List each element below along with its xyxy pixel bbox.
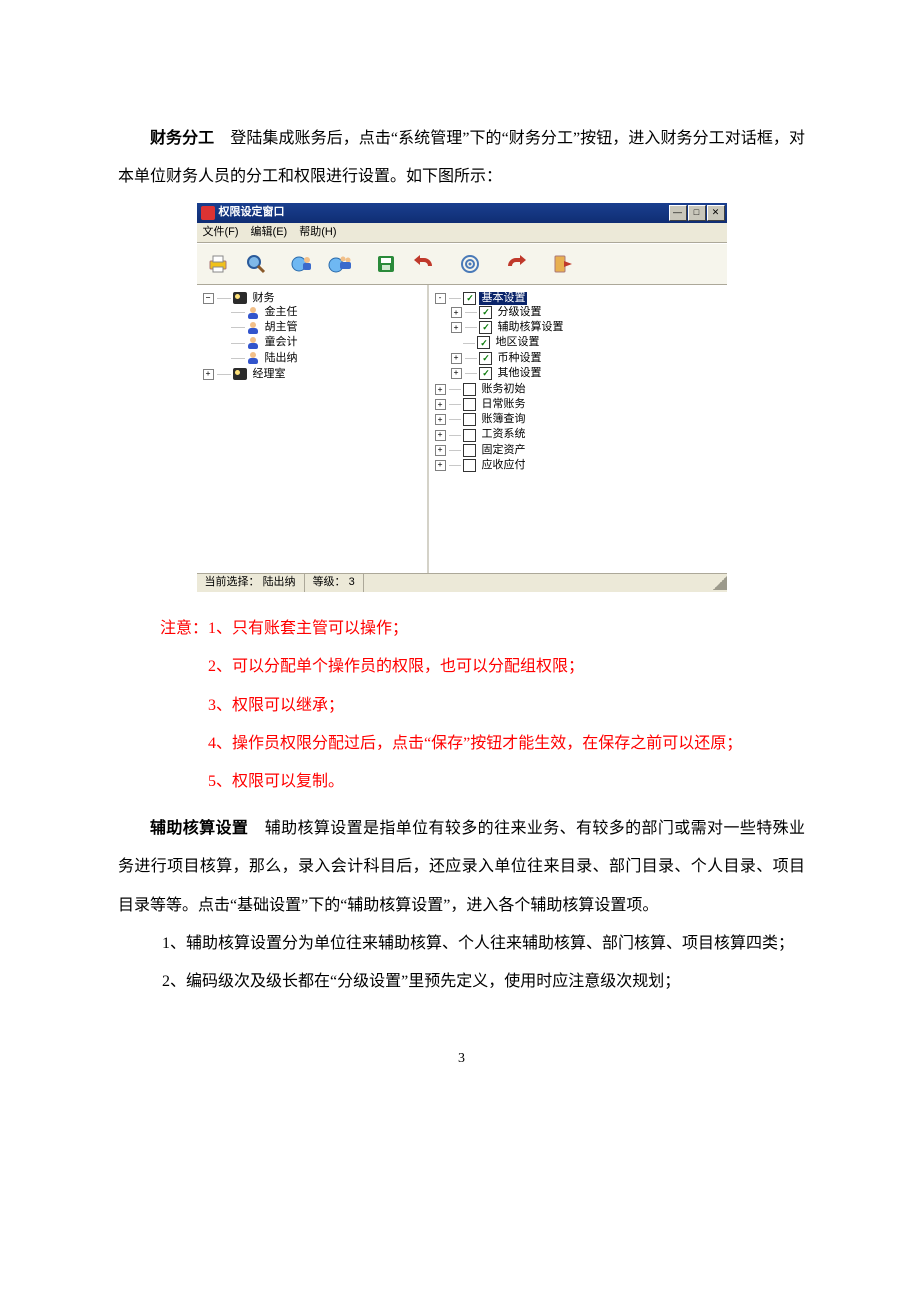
tree-node-finance[interactable]: 财务 [250, 292, 276, 305]
permission-node[interactable]: 固定资产 [479, 444, 527, 457]
note-item: 注意：1、只有账套主管可以操作； [160, 610, 805, 648]
list-item: 2、编码级次及级长都在“分级设置”里预先定义，使用时应注意级次规划； [118, 963, 805, 1001]
maximize-button[interactable]: □ [688, 205, 706, 221]
folder-icon [233, 292, 247, 304]
user-icon [247, 322, 259, 334]
toolbar-undo-button[interactable] [407, 247, 441, 281]
heading-aux-accounting: 辅助核算设置 [150, 820, 248, 837]
menu-bar: 文件(F) 编辑(E) 帮助(H) [197, 223, 727, 243]
tree-node-user[interactable]: 胡主管 [262, 321, 299, 334]
toolbar-user-button[interactable] [285, 247, 319, 281]
minimize-button[interactable]: — [669, 205, 687, 221]
text-finance-division-body: 登陆集成账务后，点击“系统管理”下的“财务分工”按钮，进入财务分工对话框，对本单… [118, 130, 805, 185]
resize-grip-icon[interactable] [713, 576, 727, 590]
user-icon [247, 337, 259, 349]
expand-icon[interactable]: + [435, 414, 446, 425]
checkbox[interactable]: ✓ [479, 306, 492, 319]
tree-node-user[interactable]: 陆出纳 [262, 352, 299, 365]
permission-node[interactable]: 币种设置 [495, 352, 543, 365]
menu-edit[interactable]: 编辑(E) [251, 226, 288, 239]
menu-help[interactable]: 帮助(H) [299, 226, 336, 239]
toolbar-save-button[interactable] [369, 247, 403, 281]
permission-node[interactable]: 辅助核算设置 [495, 321, 565, 334]
permission-node[interactable]: 工资系统 [479, 428, 527, 441]
expand-icon[interactable]: + [451, 322, 462, 333]
permission-node[interactable]: 地区设置 [493, 336, 541, 349]
tree-node-user[interactable]: 童会计 [262, 336, 299, 349]
checkbox[interactable]: ✓ [477, 336, 490, 349]
tree-node-user[interactable]: 金主任 [262, 306, 299, 319]
checkbox[interactable]: ✓ [479, 352, 492, 365]
permission-window: 权限设定窗口 — □ ✕ 文件(F) 编辑(E) 帮助(H) [197, 203, 727, 592]
app-icon [201, 206, 215, 220]
expand-icon[interactable]: + [451, 307, 462, 318]
checkbox[interactable] [463, 429, 476, 442]
expand-icon[interactable]: + [435, 399, 446, 410]
status-bar: 当前选择： 陆出纳 等级： 3 [197, 573, 727, 592]
permission-node[interactable]: 日常账务 [479, 398, 527, 411]
permission-node[interactable]: 分级设置 [495, 306, 543, 319]
window-title: 权限设定窗口 [219, 206, 669, 219]
checkbox[interactable] [463, 444, 476, 457]
expand-icon[interactable]: + [435, 460, 446, 471]
paragraph-aux-accounting: 辅助核算设置 辅助核算设置是指单位有较多的往来业务、有较多的部门或需对一些特殊业… [118, 810, 805, 925]
checkbox[interactable]: ✓ [479, 367, 492, 380]
permission-tree-pane[interactable]: -······✓ 基本设置+······✓ 分级设置+······✓ 辅助核算设… [429, 285, 727, 573]
checkbox[interactable] [463, 383, 476, 396]
expand-icon[interactable]: + [451, 368, 462, 379]
expand-icon[interactable]: + [435, 384, 446, 395]
toolbar-target-button[interactable] [453, 247, 487, 281]
note-item: 5、权限可以复制。 [160, 763, 805, 801]
expand-icon[interactable]: + [435, 430, 446, 441]
list-item: 1、辅助核算设置分为单位往来辅助核算、个人往来辅助核算、部门核算、项目核算四类； [118, 925, 805, 963]
toolbar-print-button[interactable] [201, 247, 235, 281]
user-tree-pane[interactable]: − ······· 财务 ·······金主任 ·······胡主管 ·····… [197, 285, 429, 573]
permission-node[interactable]: 账簿查询 [479, 413, 527, 426]
status-current-selection: 当前选择： 陆出纳 [197, 574, 305, 592]
folder-icon [233, 368, 247, 380]
toolbar-restore-button[interactable] [499, 247, 533, 281]
toolbar-exit-button[interactable] [545, 247, 579, 281]
toolbar-users-button[interactable] [323, 247, 357, 281]
user-icon [247, 352, 259, 364]
menu-file[interactable]: 文件(F) [203, 226, 239, 239]
checkbox[interactable] [463, 413, 476, 426]
permission-node[interactable]: 应收应付 [479, 459, 527, 472]
status-level: 等级： 3 [305, 574, 364, 592]
note-item: 4、操作员权限分配过后，点击“保存”按钮才能生效，在保存之前可以还原； [160, 725, 805, 763]
expand-icon[interactable]: − [203, 293, 214, 304]
toolbar [197, 243, 727, 285]
close-button[interactable]: ✕ [707, 205, 725, 221]
checkbox[interactable] [463, 459, 476, 472]
checkbox[interactable]: ✓ [479, 321, 492, 334]
paragraph-finance-division: 财务分工 登陆集成账务后，点击“系统管理”下的“财务分工”按钮，进入财务分工对话… [118, 120, 805, 197]
tree-node-manager-office[interactable]: 经理室 [250, 368, 287, 381]
expand-icon[interactable]: - [435, 293, 446, 304]
toolbar-search-button[interactable] [239, 247, 273, 281]
note-item: 2、可以分配单个操作员的权限，也可以分配组权限； [160, 648, 805, 686]
permission-node[interactable]: 账务初始 [479, 383, 527, 396]
heading-finance-division: 财务分工 [150, 130, 214, 147]
expand-icon[interactable]: + [203, 369, 214, 380]
permission-node[interactable]: 其他设置 [495, 367, 543, 380]
expand-icon[interactable]: + [451, 353, 462, 364]
checkbox[interactable]: ✓ [463, 292, 476, 305]
permission-node[interactable]: 基本设置 [479, 292, 527, 305]
notes-block: 注意：1、只有账套主管可以操作； 2、可以分配单个操作员的权限，也可以分配组权限… [118, 610, 805, 802]
title-bar[interactable]: 权限设定窗口 — □ ✕ [197, 203, 727, 223]
expand-icon[interactable]: + [435, 445, 446, 456]
checkbox[interactable] [463, 398, 476, 411]
content-panes: − ······· 财务 ·······金主任 ·······胡主管 ·····… [197, 285, 727, 573]
expand-icon [451, 338, 460, 347]
document-page: 财务分工 登陆集成账务后，点击“系统管理”下的“财务分工”按钮，进入财务分工对话… [0, 0, 920, 1115]
page-number: 3 [118, 1042, 805, 1076]
user-icon [247, 307, 259, 319]
note-item: 3、权限可以继承； [160, 687, 805, 725]
